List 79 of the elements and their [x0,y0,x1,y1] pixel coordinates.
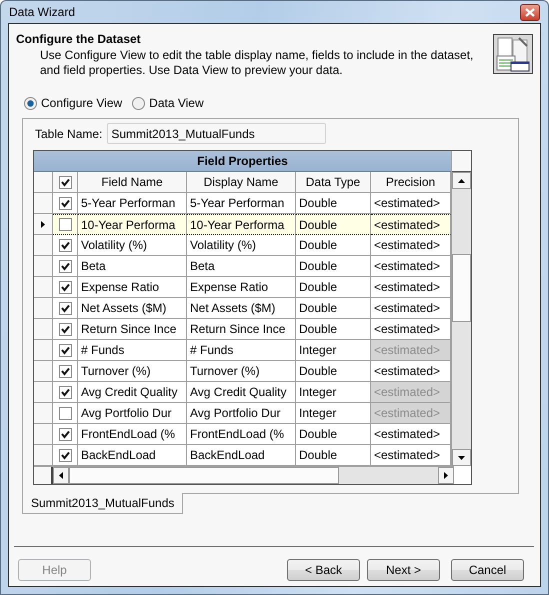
checkbox[interactable] [58,260,72,272]
table-cell: Expense Ratio [187,277,296,298]
table-cell: Return Since Ince [78,319,187,340]
table-cell: Double [296,214,371,235]
window-title: Data Wizard [8,5,76,19]
table-cell: Turnover (%) [187,361,296,382]
checkbox[interactable] [58,238,72,252]
table-cell: Double [296,256,371,277]
table-name-field[interactable]: Summit2013_MutualFunds [107,123,326,144]
table-cell: Turnover (%) [78,361,187,382]
scroll-up-icon [458,178,465,182]
checkbox[interactable] [58,386,72,398]
checkbox[interactable] [58,406,72,420]
table-cell: Volatility (%) [187,235,296,256]
scroll-left-icon [59,472,63,479]
checkbox[interactable] [58,196,72,210]
scroll-down-icon [458,456,465,460]
table-cell: Double [296,277,371,298]
checkbox[interactable] [58,280,72,294]
table-cell: Double [296,298,371,319]
table-cell: Double [296,319,371,340]
table-document-icon [493,34,533,74]
table-cell: Expense Ratio [78,277,187,298]
table-cell: Avg Credit Quality [187,382,296,403]
checkbox[interactable] [58,344,72,356]
checkbox[interactable] [58,428,72,440]
table-cell: Beta [187,256,296,277]
section-description: Use Configure View to edit the table display name, fields to include in the dataset, and field properties. Use Data View to preview your data. [39,48,474,78]
table-cell: # Funds [187,340,296,361]
scroll-thumb[interactable] [69,467,339,484]
table-cell: Net Assets ($M) [78,298,187,319]
table-cell: <estimated> [371,382,451,403]
view-radio[interactable]: Configure View [24,94,122,112]
close-icon [525,8,535,16]
table-cell: FrontEndLoad (% [187,424,296,445]
table-cell: Beta [78,256,187,277]
checkbox[interactable] [58,364,72,378]
checkbox[interactable] [58,302,72,314]
column-header[interactable]: Display Name [187,172,296,193]
dialog-button[interactable]: < Back [287,559,360,581]
table-cell: FrontEndLoad (% [78,424,187,445]
checkbox[interactable] [58,176,72,188]
table-cell: 10-Year Performa [187,214,296,235]
table-cell: Return Since Ince [187,319,296,340]
radio-icon [132,96,146,110]
current-row-icon [41,220,45,228]
table-cell: <estimated> [371,340,451,361]
checkbox[interactable] [58,448,72,462]
table-cell: Net Assets ($M) [187,298,296,319]
table-cell: Avg Portfolio Dur [187,403,296,424]
dialog-button[interactable]: Cancel [451,559,524,581]
column-header[interactable]: Precision [371,172,451,193]
table-cell: Double [296,424,371,445]
scroll-right-icon [444,472,448,479]
table-cell: # Funds [78,340,187,361]
checkbox[interactable] [58,322,72,336]
radio-icon [24,96,37,110]
row-header[interactable] [34,214,53,235]
column-header[interactable]: Field Name [78,172,187,193]
table-name-label: Table Name: [35,126,102,140]
horizontal-scrollbar[interactable] [34,466,454,484]
table-cell: <estimated> [371,214,451,235]
grid-title: Field Properties [34,151,451,172]
dialog-button[interactable]: Next > [367,559,440,581]
table-cell: 10-Year Performa [78,214,187,235]
column-header[interactable]: Data Type [296,172,371,193]
close-button[interactable] [520,4,540,20]
vertical-scrollbar[interactable] [451,151,471,466]
sheet-tab[interactable]: Summit2013_MutualFunds [22,493,184,514]
checkbox[interactable] [58,218,72,231]
table-cell: Volatility (%) [78,235,187,256]
table-cell: Avg Portfolio Dur [78,403,187,424]
view-radio[interactable]: Data View [132,94,204,112]
table-cell: Double [296,361,371,382]
section-title: Configure the Dataset [16,32,142,46]
table-cell: Double [296,235,371,256]
table-cell: <estimated> [371,403,451,424]
scroll-thumb[interactable] [452,254,471,322]
table-cell: Avg Credit Quality [78,382,187,403]
